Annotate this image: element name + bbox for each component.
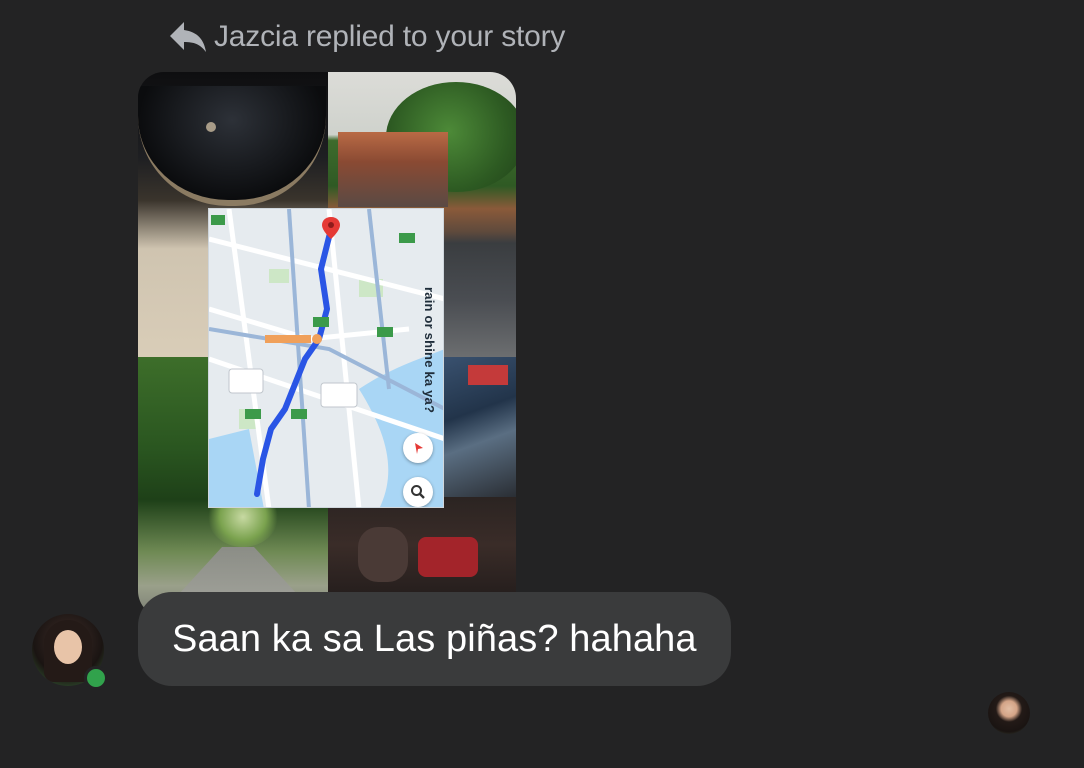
- story-photo-tools: [438, 357, 516, 497]
- search-icon: [403, 477, 433, 507]
- message-bubble[interactable]: Saan ka sa Las piñas? hahaha: [138, 592, 731, 686]
- story-reply-header: Jazcia replied to your story: [168, 20, 565, 54]
- chat-thread: Jazcia replied to your story rain or shi…: [0, 0, 1084, 768]
- compass-icon: [403, 433, 433, 463]
- story-map-screenshot: rain or shine ka ya?: [208, 208, 444, 508]
- reply-arrow-icon: [168, 20, 208, 54]
- reply-header-text: Jazcia replied to your story: [214, 20, 566, 53]
- online-status-indicator: [84, 666, 108, 690]
- seen-by-avatar: [988, 692, 1030, 734]
- story-text-overlay: rain or shine ka ya?: [422, 287, 437, 414]
- message-text: Saan ka sa Las piñas? hahaha: [172, 617, 697, 660]
